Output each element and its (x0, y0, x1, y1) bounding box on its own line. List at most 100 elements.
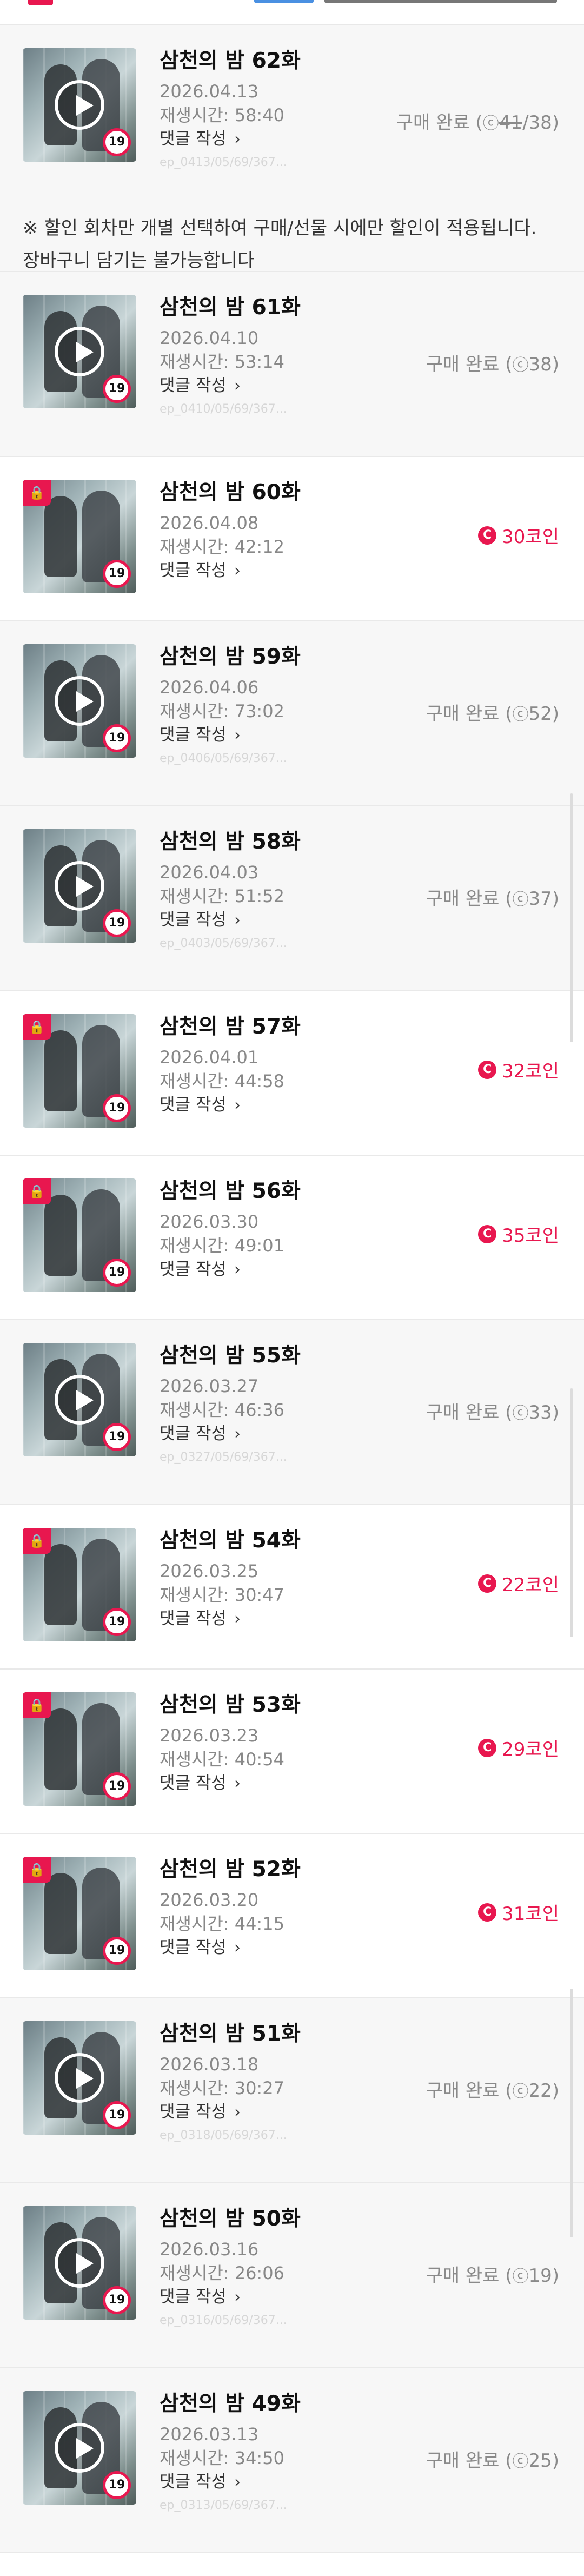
episode-thumbnail[interactable]: 🔒 19 (23, 1692, 136, 1806)
play-icon[interactable] (55, 2423, 104, 2473)
coin-outline-icon: ⓒ (512, 890, 529, 909)
play-icon[interactable] (55, 861, 104, 911)
episode-title[interactable]: 삼천의 밤 61화 (160, 294, 419, 322)
episode-title[interactable]: 삼천의 밤 51화 (160, 2020, 419, 2048)
play-icon[interactable] (55, 676, 104, 726)
age-19-badge: 19 (103, 128, 131, 156)
comment-link[interactable]: 댓글 작성 › (160, 2286, 419, 2308)
episode-title[interactable]: 삼천의 밤 52화 (160, 1856, 419, 1884)
episode-runtime: 재생시간: 42:12 (160, 537, 284, 557)
comment-link[interactable]: 댓글 작성 › (160, 1937, 419, 1959)
comment-link[interactable]: 댓글 작성 › (160, 1772, 419, 1794)
comment-link[interactable]: 댓글 작성 › (160, 128, 419, 150)
play-icon[interactable] (55, 2238, 104, 2288)
episode-row[interactable]: 19 삼천의 밤 51화 2026.03.18 재생시간: 30:27 댓글 작… (0, 1998, 584, 2183)
episode-code: ep_0316/05/69/367... (160, 2314, 287, 2327)
comment-link[interactable]: 댓글 작성 › (160, 1259, 419, 1281)
play-icon[interactable] (55, 1375, 104, 1425)
episode-title[interactable]: 삼천의 밤 54화 (160, 1527, 419, 1555)
comment-link[interactable]: 댓글 작성 › (160, 1094, 419, 1116)
episode-thumbnail[interactable]: 🔒 19 (23, 1014, 136, 1128)
scrollbar-thumb[interactable] (570, 793, 573, 1042)
episode-date: 2026.03.13 (160, 2424, 259, 2445)
episode-title[interactable]: 삼천의 밤 56화 (160, 1177, 419, 1206)
episode-code: ep_0406/05/69/367... (160, 752, 287, 765)
play-icon[interactable] (55, 2053, 104, 2103)
episode-thumbnail[interactable]: 🔒 19 (23, 1528, 136, 1641)
top-tab-strip (0, 0, 584, 25)
episode-thumbnail[interactable]: 19 (23, 644, 136, 758)
episode-title[interactable]: 삼천의 밤 50화 (160, 2205, 419, 2233)
scrollbar-thumb[interactable] (570, 1388, 573, 1637)
episode-thumbnail[interactable]: 19 (23, 295, 136, 408)
episode-row[interactable]: 19 삼천의 밤 62화 2026.04.13 재생시간: 58:40 댓글 작… (0, 25, 584, 272)
tab-partial-active[interactable] (254, 0, 314, 3)
episode-thumbnail[interactable]: 19 (23, 829, 136, 943)
comment-link[interactable]: 댓글 작성 › (160, 2101, 419, 2123)
status-label: 구매 완료 ( (426, 1402, 513, 1423)
buy-price-button[interactable]: C 22코인 (478, 1570, 559, 1597)
comment-link[interactable]: 댓글 작성 › (160, 909, 419, 931)
episode-thumbnail[interactable]: 19 (23, 2391, 136, 2505)
episode-code: ep_0403/05/69/367... (160, 937, 287, 950)
episode-thumbnail[interactable]: 🔒 19 (23, 1178, 136, 1292)
comment-link[interactable]: 댓글 작성 › (160, 1608, 419, 1630)
episode-title[interactable]: 삼천의 밤 60화 (160, 479, 419, 507)
status-label: 구매 완료 ( (426, 2265, 513, 2287)
episode-title[interactable]: 삼천의 밤 53화 (160, 1691, 419, 1719)
episode-row[interactable]: 🔒 19 삼천의 밤 53화 2026.03.23 재생시간: 40:54 댓글… (0, 1670, 584, 1834)
episode-row[interactable]: 🔒 19 삼천의 밤 57화 2026.04.01 재생시간: 44:58 댓글… (0, 991, 584, 1156)
buy-price-button[interactable]: C 29코인 (478, 1734, 559, 1761)
episode-code: ep_0413/05/69/367... (160, 156, 287, 169)
age-19-badge: 19 (103, 909, 131, 937)
episode-thumbnail[interactable]: 19 (23, 1343, 136, 1456)
episode-row[interactable]: 🔒 19 삼천의 밤 56화 2026.03.30 재생시간: 49:01 댓글… (0, 1156, 584, 1320)
status-label: 구매 완료 ( (426, 2450, 513, 2472)
episode-row[interactable]: 19 삼천의 밤 55화 2026.03.27 재생시간: 46:36 댓글 작… (0, 1320, 584, 1505)
episode-title[interactable]: 삼천의 밤 58화 (160, 828, 419, 856)
episode-thumbnail[interactable]: 19 (23, 48, 136, 162)
buy-price-button[interactable]: C 35코인 (478, 1221, 559, 1247)
episode-thumbnail[interactable]: 19 (23, 2206, 136, 2320)
episode-row[interactable]: 🔒 19 삼천의 밤 54화 2026.03.25 재생시간: 30:47 댓글… (0, 1505, 584, 1670)
episode-row[interactable]: 19 삼천의 밤 59화 2026.04.06 재생시간: 73:02 댓글 작… (0, 621, 584, 806)
episode-title[interactable]: 삼천의 밤 59화 (160, 643, 419, 671)
comment-link[interactable]: 댓글 작성 › (160, 1423, 419, 1445)
episode-date: 2026.03.18 (160, 2054, 259, 2075)
episode-date: 2026.03.23 (160, 1725, 259, 1746)
scrollbar-thumb[interactable] (570, 1989, 573, 2237)
episode-title[interactable]: 삼천의 밤 49화 (160, 2390, 419, 2418)
episode-title[interactable]: 삼천의 밤 57화 (160, 1013, 419, 1041)
comment-link[interactable]: 댓글 작성 › (160, 724, 419, 746)
episode-date: 2026.04.01 (160, 1047, 259, 1068)
episode-title[interactable]: 삼천의 밤 62화 (160, 47, 419, 75)
buy-price-button[interactable]: C 32코인 (478, 1056, 559, 1083)
episode-code: ep_0313/05/69/367... (160, 2499, 287, 2512)
comment-label: 댓글 작성 (160, 2287, 227, 2307)
episode-date: 2026.04.08 (160, 513, 259, 533)
age-19-badge: 19 (103, 1937, 131, 1965)
buy-price-button[interactable]: C 31코인 (478, 1899, 559, 1925)
age-19-badge: 19 (103, 375, 131, 403)
episode-row[interactable]: 19 삼천의 밤 61화 2026.04.10 재생시간: 53:14 댓글 작… (0, 272, 584, 457)
episode-row[interactable]: 19 삼천의 밤 49화 2026.03.13 재생시간: 34:50 댓글 작… (0, 2368, 584, 2553)
episode-row[interactable]: 19 삼천의 밤 50화 2026.03.16 재생시간: 26:06 댓글 작… (0, 2183, 584, 2368)
episode-row[interactable]: 🔒 19 삼천의 밤 52화 2026.03.20 재생시간: 44:15 댓글… (0, 1834, 584, 1998)
episode-row[interactable]: 19 삼천의 밤 58화 2026.04.03 재생시간: 51:52 댓글 작… (0, 806, 584, 991)
comment-label: 댓글 작성 (160, 2472, 227, 2492)
episode-row[interactable]: 🔒 19 삼천의 밤 60화 2026.04.08 재생시간: 42:12 댓글… (0, 457, 584, 621)
episode-date: 2026.04.03 (160, 862, 259, 883)
comment-link[interactable]: 댓글 작성 › (160, 560, 419, 582)
comment-link[interactable]: 댓글 작성 › (160, 2471, 419, 2493)
episode-thumbnail[interactable]: 🔒 19 (23, 480, 136, 593)
episode-title[interactable]: 삼천의 밤 55화 (160, 1342, 419, 1370)
coin-icon: C (478, 1224, 497, 1243)
play-icon[interactable] (55, 327, 104, 376)
episode-thumbnail[interactable]: 19 (23, 2021, 136, 2135)
comment-link[interactable]: 댓글 작성 › (160, 375, 419, 397)
play-icon[interactable] (55, 80, 104, 130)
buy-price-button[interactable]: C 30코인 (478, 522, 559, 548)
status-label: 구매 완료 ( (426, 888, 513, 910)
episode-thumbnail[interactable]: 🔒 19 (23, 1857, 136, 1970)
episode-code: ep_0318/05/69/367... (160, 2129, 287, 2142)
